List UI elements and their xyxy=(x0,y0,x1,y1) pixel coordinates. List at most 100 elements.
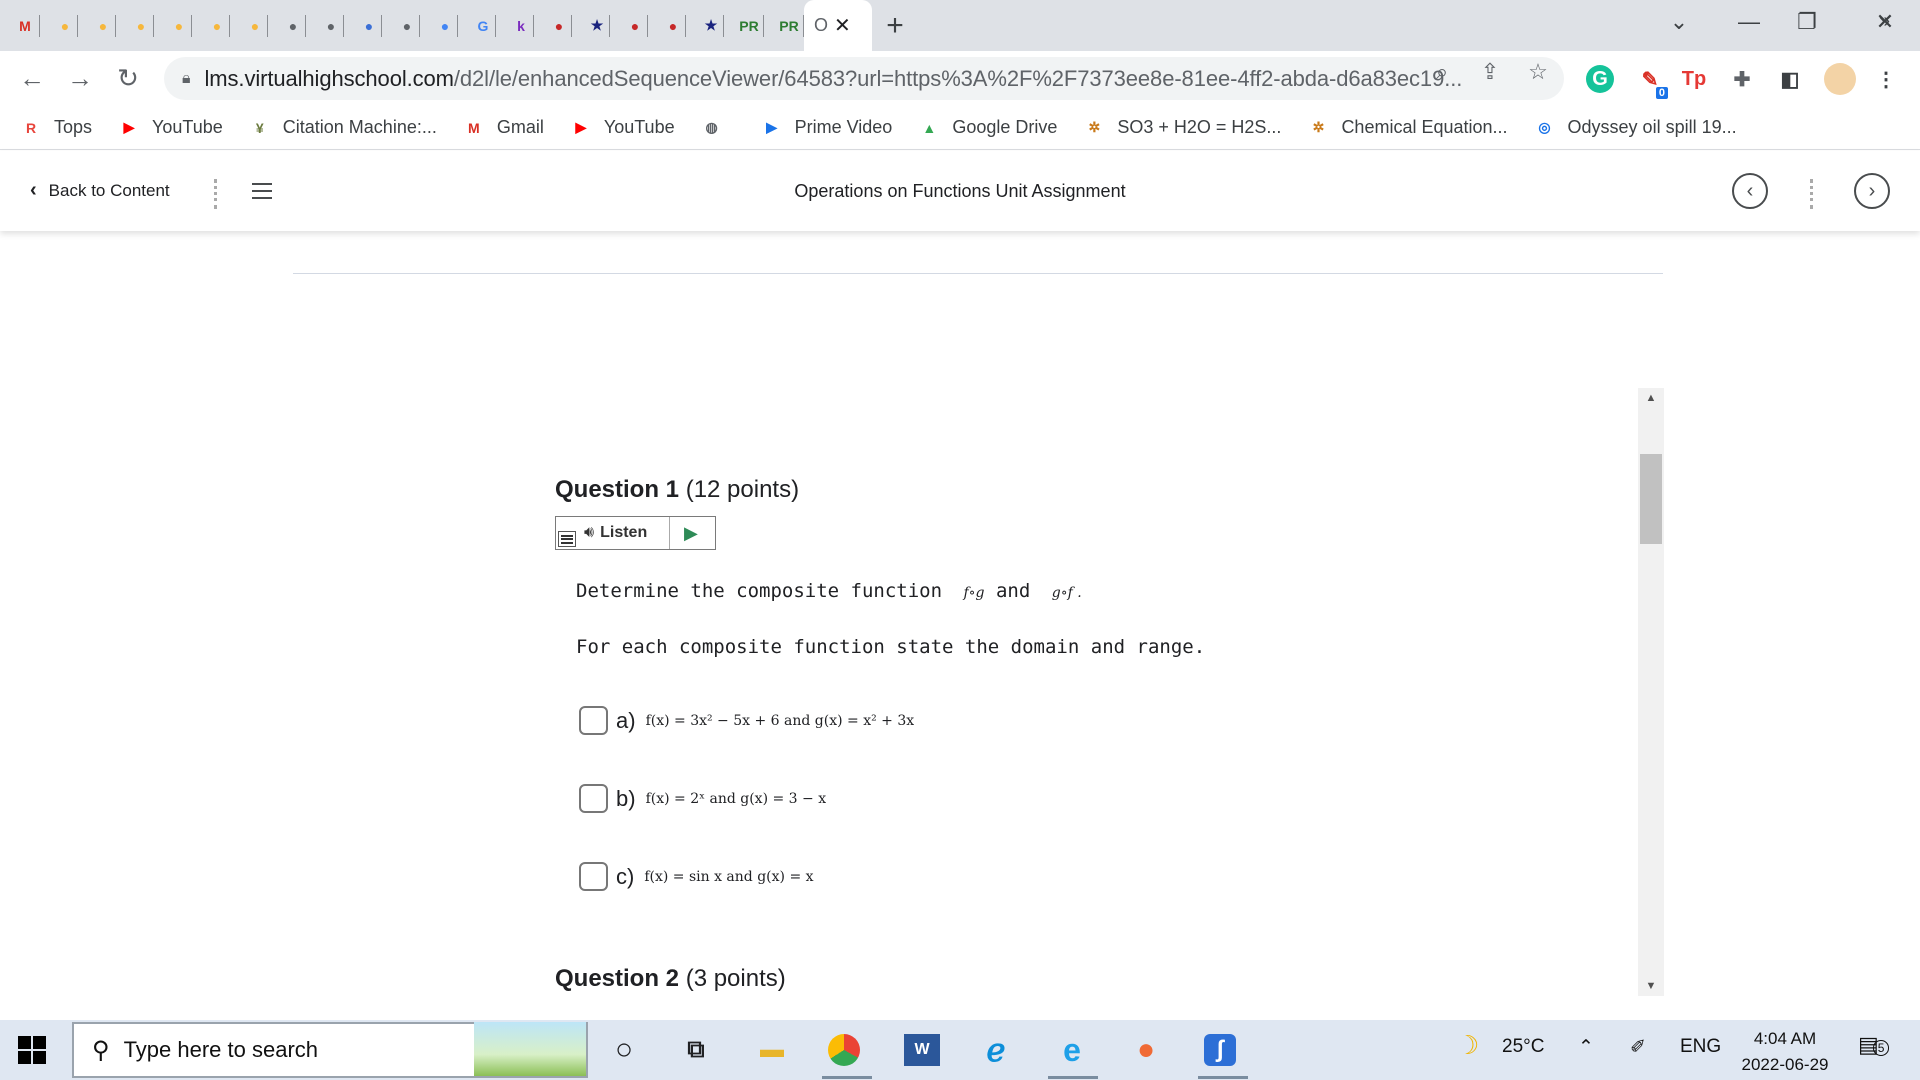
bookmark-item[interactable]: M Gmail xyxy=(463,117,544,139)
forward-arrow-icon[interactable]: → xyxy=(58,57,102,101)
browser-tab[interactable]: ●M xyxy=(420,0,458,51)
scroll-up-arrow-icon[interactable]: ▲ xyxy=(1638,388,1664,408)
previous-topic-button[interactable]: ‹ xyxy=(1732,173,1768,209)
bookmark-label: Tops xyxy=(54,117,93,137)
question-2-points: (3 points) xyxy=(685,965,786,992)
share-icon[interactable]: ⇪ xyxy=(1476,59,1504,85)
bookmark-item[interactable]: ▶ YouTube xyxy=(570,117,675,139)
browser-tab[interactable]: MIr xyxy=(0,0,40,51)
option-a-checkbox[interactable] xyxy=(579,706,608,735)
option-b-label: b) xyxy=(616,785,636,811)
zoom-icon[interactable]: ⌕ xyxy=(1428,59,1456,85)
internet-explorer-icon[interactable]: e xyxy=(1054,1032,1090,1068)
content-scrollbar[interactable]: ▲ ▼ xyxy=(1638,388,1664,996)
speaker-icon: 🔊︎ xyxy=(584,524,595,541)
bookmark-star-icon[interactable]: ☆ xyxy=(1524,59,1552,85)
bookmark-label: YouTube xyxy=(603,117,675,137)
restore-button[interactable]: ❐ xyxy=(1778,0,1836,44)
app-active-indicator xyxy=(1198,1076,1248,1079)
browser-tab[interactable]: PRP xyxy=(764,0,804,51)
play-icon[interactable]: ▶ xyxy=(684,523,698,544)
option-c-checkbox[interactable] xyxy=(579,862,608,891)
page-title: Operations on Functions Unit Assignment xyxy=(794,181,1126,201)
option-b-checkbox[interactable] xyxy=(579,784,608,813)
bookmark-item[interactable]: ¥ Citation Machine:... xyxy=(249,117,437,139)
listen-button[interactable]: Listen xyxy=(600,524,647,542)
scrollbar-thumb[interactable] xyxy=(1640,454,1662,544)
chrome-active-indicator xyxy=(822,1076,872,1079)
listen-widget[interactable]: 🔊︎ Listen ▶ xyxy=(555,516,716,550)
input-language[interactable]: ENG xyxy=(1680,1036,1721,1058)
option-c[interactable]: c) f(x) = sin x and g(x) = x xyxy=(579,862,814,891)
browser-tab[interactable]: ●D xyxy=(344,0,382,51)
browser-tab[interactable]: ●b xyxy=(230,0,268,51)
weather-temperature[interactable]: 25°C xyxy=(1502,1036,1544,1058)
bookmark-item[interactable]: ✲ SO3 + H2O = H2S... xyxy=(1083,117,1281,139)
browser-tab[interactable]: ●2 xyxy=(382,0,420,51)
windows-start-icon[interactable] xyxy=(18,1036,46,1064)
browser-tab[interactable]: ●Ir xyxy=(306,0,344,51)
browser-tab[interactable]: ●e xyxy=(40,0,78,51)
cortana-icon[interactable]: ○ xyxy=(606,1032,642,1068)
bookmark-item[interactable]: ▶ Prime Video xyxy=(761,117,892,139)
bookmark-label: Odyssey oil spill 19... xyxy=(1567,117,1737,137)
browser-tab[interactable]: ●T xyxy=(610,0,648,51)
bookmark-item[interactable]: ◎ Odyssey oil spill 19... xyxy=(1534,117,1737,139)
bookmark-item[interactable]: ✲ Chemical Equation... xyxy=(1307,117,1508,139)
grammarly-icon[interactable]: G xyxy=(1586,65,1614,93)
question-1-points: (12 points) xyxy=(685,476,800,503)
pen-icon[interactable]: ✐ xyxy=(1630,1036,1646,1059)
readspeaker-menu-icon[interactable] xyxy=(558,531,576,547)
new-tab-button[interactable]: + xyxy=(872,0,918,51)
chrome-icon[interactable] xyxy=(828,1034,860,1066)
scroll-down-arrow-icon[interactable]: ▼ xyxy=(1638,976,1664,996)
bookmark-item[interactable]: ◍ xyxy=(701,117,735,139)
browser-tab[interactable]: ●g xyxy=(154,0,192,51)
instruction-text: Determine the composite function xyxy=(576,580,943,602)
tray-chevron-up-icon[interactable]: ⌃ xyxy=(1578,1036,1594,1059)
browser-tab[interactable]: ●n xyxy=(78,0,116,51)
browser-tab[interactable]: ●T xyxy=(648,0,686,51)
notification-center-icon[interactable]: ▤5 xyxy=(1858,1032,1890,1058)
tab-search-chevron-icon[interactable]: ⌄ xyxy=(1650,0,1708,44)
taskbar-clock[interactable]: 4:04 AM 2022-06-29 xyxy=(1730,1026,1840,1078)
browser-tab[interactable]: ★C xyxy=(572,0,610,51)
side-panel-icon[interactable]: ◧ xyxy=(1776,65,1804,93)
word-icon[interactable]: W xyxy=(904,1034,940,1066)
browser-tab[interactable]: kC xyxy=(496,0,534,51)
task-view-icon[interactable]: ⧉ xyxy=(678,1032,714,1068)
close-tab-icon[interactable]: ✕ xyxy=(834,13,851,38)
browser-tab[interactable]: PRA xyxy=(724,0,764,51)
navigation-bar: ← → ↻ 🔒︎ lms.virtualhighschool.com/d2l/l… xyxy=(0,51,1920,106)
next-topic-button[interactable]: › xyxy=(1854,173,1890,209)
back-arrow-icon[interactable]: ← xyxy=(10,57,54,101)
browser-tab[interactable]: ●1 xyxy=(268,0,306,51)
active-browser-tab[interactable]: O ✕ xyxy=(804,0,872,51)
extension-badge-icon[interactable]: ✎ 0 xyxy=(1636,65,1668,99)
browser-tab[interactable]: ●w xyxy=(116,0,154,51)
browser-menu-icon[interactable]: ⋮ xyxy=(1872,65,1900,93)
address-bar[interactable]: 🔒︎ lms.virtualhighschool.com/d2l/le/enha… xyxy=(164,57,1564,100)
bookmark-label: Gmail xyxy=(496,117,544,137)
maps-pin-icon[interactable]: ● xyxy=(1128,1032,1164,1068)
bookmark-item[interactable]: ▶ YouTube xyxy=(118,117,223,139)
bookmark-item[interactable]: R Tops xyxy=(20,117,92,139)
browser-tab[interactable]: Gc xyxy=(458,0,496,51)
browser-tab[interactable]: ●T xyxy=(534,0,572,51)
weather-moon-icon[interactable]: ☽ xyxy=(1456,1030,1479,1061)
reload-icon[interactable]: ↻ xyxy=(106,57,150,101)
browser-tab[interactable]: ★H xyxy=(686,0,724,51)
file-explorer-icon[interactable]: ▬ xyxy=(754,1032,790,1068)
minimize-button[interactable]: — xyxy=(1720,0,1778,44)
hand-icon: ● xyxy=(136,17,146,34)
edge-icon[interactable]: ℯ xyxy=(978,1032,1014,1068)
bookmarks-overflow-icon[interactable]: » xyxy=(1879,10,1890,33)
option-a[interactable]: a) f(x) = 3x² − 5x + 6 and g(x) = x² + 3… xyxy=(579,706,914,735)
browser-tab[interactable]: ●b xyxy=(192,0,230,51)
puzzle-icon[interactable]: ✚ xyxy=(1728,65,1756,93)
shortcut-app-icon[interactable]: ʃ xyxy=(1204,1034,1236,1066)
profile-avatar[interactable] xyxy=(1824,63,1856,95)
bookmark-item[interactable]: ▲ Google Drive xyxy=(918,117,1057,139)
tp-extension-icon[interactable]: Tp xyxy=(1680,65,1708,93)
option-b[interactable]: b) f(x) = 2ˣ and g(x) = 3 − x xyxy=(579,784,826,813)
